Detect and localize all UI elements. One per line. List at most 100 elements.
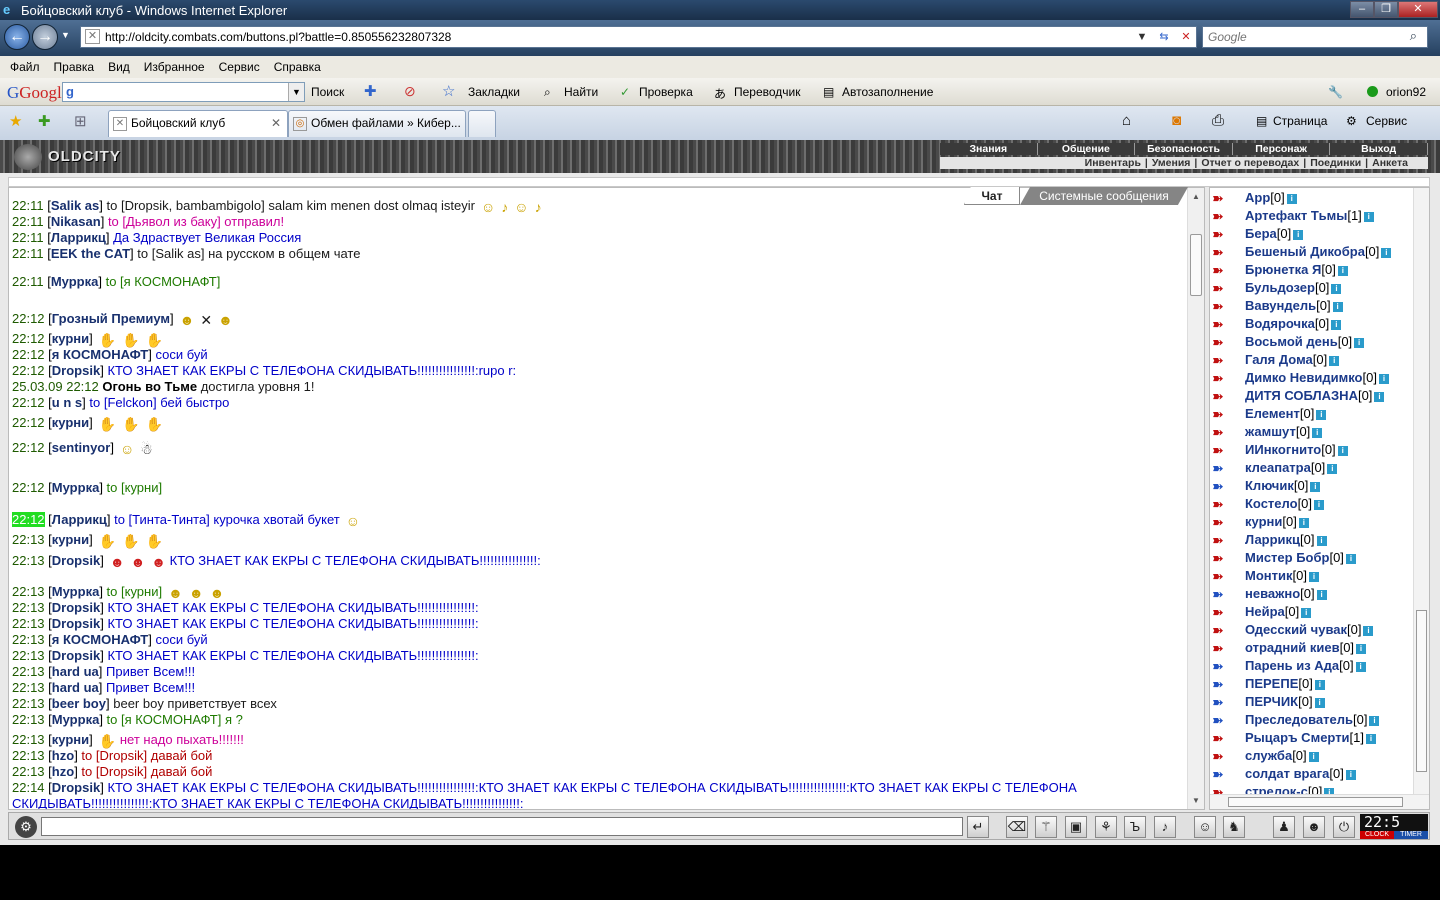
message-author[interactable]: Муррка: [52, 712, 100, 727]
message-author[interactable]: Dropsik: [52, 648, 100, 663]
user-name[interactable]: неважно[0] i: [1245, 585, 1327, 603]
tab-file-exchange[interactable]: ◎ Обмен файлами » Кибер...: [288, 110, 466, 137]
message-author[interactable]: beer boy: [52, 696, 106, 711]
user-info-icon[interactable]: i: [1332, 301, 1343, 312]
menu-communication[interactable]: Общение: [1038, 143, 1136, 155]
search-input[interactable]: [1203, 27, 1393, 47]
exit-icon[interactable]: ⏻: [1333, 816, 1355, 838]
menu-edit[interactable]: Правка: [54, 60, 95, 74]
message-author[interactable]: Грозный Премиум: [52, 311, 170, 326]
message-recipient[interactable]: to [Felckon]: [86, 395, 160, 410]
user-info-icon[interactable]: i: [1329, 355, 1340, 366]
back-button[interactable]: ←: [4, 24, 30, 50]
message-recipient[interactable]: to [курни]: [103, 480, 163, 495]
submenu-inventory[interactable]: Инвентарь: [1081, 157, 1145, 169]
submenu-fights[interactable]: Поединки: [1306, 157, 1365, 169]
nav-dropdown-icon[interactable]: ▼: [61, 30, 70, 40]
message-author[interactable]: Dropsik: [52, 363, 100, 378]
url-field[interactable]: ✕ http://oldcity.combats.com/buttons.pl?…: [80, 26, 1197, 48]
user-name[interactable]: ПЕРЧИК[0] i: [1245, 693, 1325, 711]
users-h-scrollbar[interactable]: [1210, 794, 1429, 809]
user-info-icon[interactable]: i: [1337, 265, 1348, 276]
user-info-icon[interactable]: i: [1314, 499, 1325, 510]
message-recipient[interactable]: to [Dropsik, bambambigolo]: [103, 198, 268, 213]
clan-chat-icon[interactable]: ♞: [1223, 816, 1245, 838]
user-info-icon[interactable]: i: [1308, 751, 1319, 762]
user-name[interactable]: Бульдозер[0] i: [1245, 279, 1342, 297]
user-info-icon[interactable]: i: [1355, 661, 1366, 672]
user-info-icon[interactable]: i: [1331, 283, 1342, 294]
chat-scrollbar[interactable]: ▲ ▼: [1187, 188, 1204, 809]
menu-file[interactable]: Файл: [10, 60, 40, 74]
message-author[interactable]: курни: [52, 532, 89, 547]
message-author[interactable]: Dropsik: [52, 616, 100, 631]
user-name[interactable]: Преследователь[0] i: [1245, 711, 1380, 729]
user-name[interactable]: Бешеный Дикобра[0] i: [1245, 243, 1392, 261]
user-info-icon[interactable]: i: [1316, 535, 1327, 546]
tab-close-icon[interactable]: ✕: [271, 111, 281, 136]
user-name[interactable]: Ключик[0] i: [1245, 477, 1321, 495]
chat-input[interactable]: [41, 817, 963, 836]
user-info-icon[interactable]: i: [1381, 247, 1392, 258]
user-info-icon[interactable]: i: [1363, 211, 1374, 222]
user-info-icon[interactable]: i: [1378, 373, 1389, 384]
user-name[interactable]: Монтик[0] i: [1245, 567, 1319, 585]
stop-icon[interactable]: ✕: [1176, 28, 1196, 46]
refresh-icon[interactable]: ⇆: [1154, 28, 1174, 46]
user-info-icon[interactable]: i: [1345, 769, 1356, 780]
menu-help[interactable]: Справка: [274, 60, 321, 74]
user-name[interactable]: отрадний киев[0] i: [1245, 639, 1367, 657]
scroll-up-icon[interactable]: ▲: [1188, 192, 1204, 201]
message-recipient[interactable]: to [Salik as]: [134, 246, 208, 261]
new-tab-button[interactable]: [468, 110, 496, 137]
menu-knowledge[interactable]: Знания: [940, 143, 1038, 155]
spellcheck-menu[interactable]: Проверка: [639, 85, 693, 99]
quick-tabs-icon[interactable]: ⊞: [74, 112, 87, 130]
message-author[interactable]: sentinyor: [52, 440, 111, 455]
bookmarks-menu[interactable]: Закладки: [468, 85, 520, 99]
message-recipient[interactable]: to [я КОСМОНАФТ]: [103, 712, 225, 727]
message-author[interactable]: Ларрикц: [52, 512, 107, 527]
message-author[interactable]: hard ua: [52, 664, 99, 679]
menu-character[interactable]: Персонаж: [1233, 143, 1331, 155]
url-dropdown-icon[interactable]: ▼: [1132, 28, 1152, 46]
message-recipient[interactable]: to [Тинта-Тинта]: [110, 512, 213, 527]
message-author[interactable]: я КОСМОНАФТ: [52, 347, 148, 362]
users-h-scroll-thumb[interactable]: [1228, 797, 1403, 807]
maximize-button[interactable]: ❐: [1374, 1, 1398, 18]
autofill-menu[interactable]: Автозаполнение: [842, 85, 933, 99]
message-author[interactable]: курни: [52, 415, 89, 430]
user-name[interactable]: Костело[0] i: [1245, 495, 1325, 513]
message-author[interactable]: Nikasan: [51, 214, 101, 229]
message-author[interactable]: u n s: [52, 395, 82, 410]
user-info-icon[interactable]: i: [1369, 715, 1380, 726]
message-author[interactable]: Муррка: [51, 274, 99, 289]
user-account[interactable]: orion92: [1386, 85, 1426, 99]
forward-button[interactable]: →: [32, 24, 58, 50]
user-name[interactable]: Нейра[0] i: [1245, 603, 1312, 621]
wrench-icon[interactable]: 🔧: [1328, 85, 1343, 99]
menu-view[interactable]: Вид: [108, 60, 130, 74]
print-icon[interactable]: ⎙: [1212, 112, 1224, 129]
tab-chat[interactable]: Чат: [964, 187, 1020, 205]
settings-gear-icon[interactable]: ⚙: [15, 816, 37, 838]
user-name[interactable]: Вавундель[0] i: [1245, 297, 1343, 315]
message-recipient[interactable]: to [Dropsik]: [78, 748, 151, 763]
star-icon[interactable]: ☆: [442, 82, 455, 100]
message-author[interactable]: hzo: [52, 748, 74, 763]
user-info-icon[interactable]: i: [1316, 409, 1327, 420]
page-menu[interactable]: Страница: [1273, 114, 1327, 128]
user-name[interactable]: курни[0] i: [1245, 513, 1309, 531]
message-author[interactable]: Ларрикц: [51, 230, 106, 245]
close-button[interactable]: ✕: [1398, 1, 1438, 18]
users-scrollbar[interactable]: [1413, 188, 1429, 795]
message-author[interactable]: Salik as: [51, 198, 99, 213]
user-info-icon[interactable]: i: [1354, 337, 1365, 348]
menu-security[interactable]: Безопасность: [1135, 143, 1233, 155]
menu-tools[interactable]: Сервис: [219, 60, 260, 74]
tab-fight-club[interactable]: ✕ Бойцовский клуб ✕: [108, 110, 288, 137]
filter-icon[interactable]: ⚚: [1035, 816, 1057, 838]
user-info-icon[interactable]: i: [1308, 571, 1319, 582]
home-icon[interactable]: ⌂: [1122, 112, 1131, 129]
message-author[interactable]: hzo: [52, 764, 74, 779]
